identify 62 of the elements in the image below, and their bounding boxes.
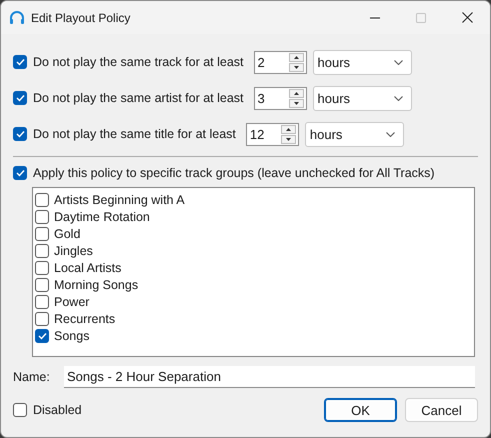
spin-down-button[interactable] <box>288 98 304 108</box>
checkbox[interactable] <box>35 294 49 308</box>
unit-dropdown[interactable]: hours <box>304 122 404 146</box>
checkbox[interactable] <box>13 55 27 69</box>
checkbox[interactable] <box>13 127 27 141</box>
checkbox[interactable] <box>35 210 49 224</box>
maximize-icon <box>416 12 426 22</box>
checkbox[interactable] <box>35 260 49 274</box>
group-label[interactable]: Artists Beginning with A <box>54 192 185 206</box>
close-icon <box>462 12 472 23</box>
up-triangle-icon <box>294 56 299 58</box>
down-triangle-icon <box>286 138 291 140</box>
checkbox[interactable] <box>35 312 49 326</box>
check-icon <box>16 169 24 177</box>
rule-label: Do not play the same track for at least <box>33 55 244 69</box>
check-icon <box>38 332 46 340</box>
chevron-down-icon <box>386 132 395 136</box>
checkbox[interactable] <box>35 192 49 206</box>
checkbox[interactable] <box>35 244 49 258</box>
spin-up-button[interactable] <box>288 52 304 62</box>
down-triangle-icon <box>294 66 299 68</box>
checkbox[interactable] <box>13 91 27 105</box>
group-label[interactable]: Local Artists <box>54 260 122 274</box>
spin-down-button[interactable] <box>288 62 304 72</box>
rule-label: Do not play the same title for at least <box>33 127 236 141</box>
spin-up-button[interactable] <box>288 88 304 98</box>
headphones-icon <box>9 10 25 26</box>
up-triangle-icon <box>294 92 299 94</box>
down-triangle-icon <box>294 102 299 104</box>
checkbox[interactable] <box>13 403 27 417</box>
number-spinner[interactable]: 3 <box>254 86 307 110</box>
rule-label: Do not play the same artist for at least <box>33 91 244 105</box>
apply-groups-label: Apply this policy to specific track groups (leave unchecked for All Tracks) <box>33 166 435 180</box>
check-icon <box>16 58 24 66</box>
dialog-button[interactable]: Cancel <box>405 398 478 422</box>
group-label[interactable]: Recurrents <box>54 312 116 326</box>
up-triangle-icon <box>286 128 291 130</box>
group-label[interactable]: Daytime Rotation <box>54 210 150 224</box>
checkbox[interactable] <box>35 278 49 292</box>
group-label[interactable]: Songs <box>54 328 90 342</box>
group-label[interactable]: Jingles <box>54 244 93 258</box>
group-label[interactable]: Power <box>54 294 90 308</box>
number-spinner[interactable]: 12 <box>246 122 299 146</box>
unit-dropdown[interactable]: hours <box>312 86 412 110</box>
group-label[interactable]: Gold <box>54 226 80 240</box>
chevron-down-icon <box>394 60 403 64</box>
check-icon <box>16 94 24 102</box>
name-field[interactable]: Songs - 2 Hour Separation <box>64 366 475 388</box>
disabled-label: Disabled <box>33 403 82 417</box>
name-label: Name: <box>13 370 51 384</box>
checkbox[interactable] <box>35 226 49 240</box>
dialog-button[interactable]: OK <box>324 398 397 422</box>
spin-down-button[interactable] <box>280 134 296 144</box>
chevron-down-icon <box>394 96 403 100</box>
group-label[interactable]: Morning Songs <box>54 278 138 292</box>
checkbox[interactable] <box>13 166 27 180</box>
checkbox[interactable] <box>35 328 49 342</box>
window-title: Edit Playout Policy <box>31 10 132 24</box>
number-spinner[interactable]: 2 <box>254 50 307 74</box>
unit-dropdown[interactable]: hours <box>312 50 412 74</box>
check-icon <box>16 130 24 138</box>
spin-up-button[interactable] <box>280 124 296 134</box>
